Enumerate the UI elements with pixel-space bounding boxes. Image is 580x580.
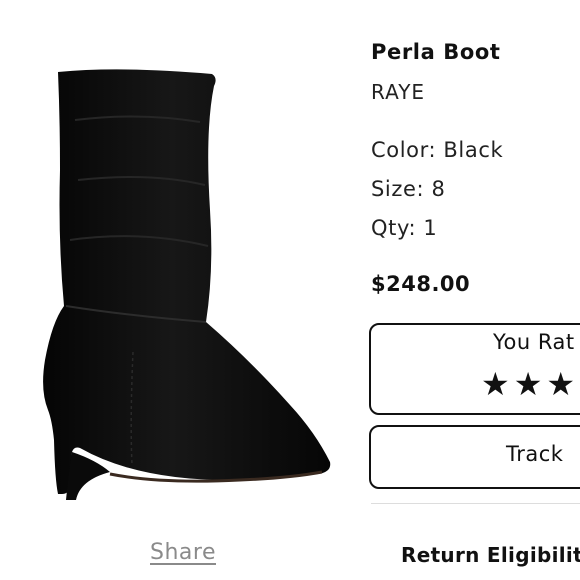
rate-item-card[interactable]: You Rat ★★★ bbox=[369, 323, 580, 415]
rate-label: You Rat bbox=[493, 330, 575, 354]
track-button[interactable]: Track bbox=[369, 425, 580, 489]
product-image[interactable] bbox=[0, 60, 370, 510]
track-button-label: Track bbox=[506, 442, 564, 466]
product-name[interactable]: Perla Boot bbox=[371, 40, 501, 64]
return-eligibility-link[interactable]: Return Eligibilit bbox=[401, 543, 580, 567]
product-price: $248.00 bbox=[371, 272, 471, 296]
star-rating[interactable]: ★★★ bbox=[481, 365, 579, 403]
divider bbox=[371, 503, 580, 504]
product-brand[interactable]: RAYE bbox=[371, 80, 425, 104]
product-quantity: Qty: 1 bbox=[371, 216, 438, 240]
share-link[interactable]: Share bbox=[150, 540, 216, 565]
product-size: Size: 8 bbox=[371, 177, 446, 201]
order-item-page: Share Perla Boot RAYE Color: Black Size:… bbox=[0, 0, 580, 580]
product-color: Color: Black bbox=[371, 138, 504, 162]
